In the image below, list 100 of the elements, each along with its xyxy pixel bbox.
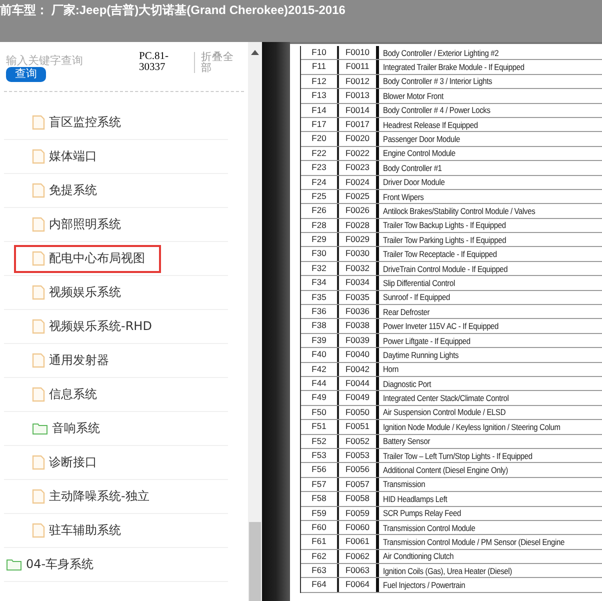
table-cell: F0050 — [339, 406, 379, 420]
table-cell: Headrest Release If Equipped — [383, 120, 478, 130]
file-icon — [32, 149, 45, 164]
tree-item[interactable]: 信息系统 — [14, 380, 113, 408]
tree-item[interactable]: 主动降噪系统-独立 — [14, 482, 166, 510]
tree-item[interactable]: 视频娱乐系统-RHD — [14, 312, 168, 340]
table-cell: F20 — [301, 132, 339, 146]
table-cell: F0040 — [339, 348, 379, 362]
table-cell: F25 — [301, 190, 339, 204]
table-cell: Passenger Door Module — [383, 134, 460, 144]
table-cell: F52 — [301, 434, 339, 448]
table-cell: F0013 — [339, 89, 379, 103]
file-icon — [32, 353, 45, 368]
table-cell: F0034 — [339, 276, 379, 290]
table-cell: F0024 — [339, 176, 379, 189]
table-cell: Power Liftgate - If Equipped — [383, 336, 470, 346]
tree-item[interactable]: 免提系统 — [14, 176, 113, 204]
table-cell: F10 — [301, 46, 339, 60]
table-cell: F35 — [301, 290, 339, 304]
table-cell: F50 — [301, 406, 339, 420]
file-icon — [32, 115, 45, 130]
table-cell: F0051 — [339, 420, 379, 434]
file-icon — [32, 489, 45, 504]
table-cell: F61 — [301, 535, 339, 549]
scroll-up-icon[interactable] — [251, 50, 259, 55]
table-cell: Additional Content (Diesel Engine Only) — [383, 465, 508, 476]
folder-icon — [32, 422, 48, 435]
table-cell: F0044 — [339, 376, 379, 390]
table-cell: F0058 — [339, 492, 379, 506]
table-cell: Trailer Tow Backup Lights - If Equipped — [383, 220, 506, 230]
search-button[interactable]: 查询 — [6, 67, 46, 82]
table-cell: F26 — [301, 204, 339, 218]
table-cell: Slip Differential Control — [383, 278, 455, 288]
table-cell: F58 — [301, 492, 339, 506]
table-cell: Fuel Injectors / Powertrain — [383, 580, 466, 590]
table-cell: F0035 — [339, 290, 379, 304]
table-cell: F0028 — [339, 218, 379, 232]
tree-item[interactable]: 视频娱乐系统 — [14, 278, 137, 306]
file-icon — [32, 319, 45, 334]
table-cell: F0012 — [339, 74, 379, 88]
table-cell: Horn — [383, 364, 398, 374]
table-cell: Trailer Tow Parking Lights - If Equipped — [383, 234, 506, 245]
tree-item[interactable]: 通用发射器 — [14, 346, 125, 374]
table-cell: Engine Control Module — [383, 148, 456, 158]
table-cell: F0017 — [339, 118, 379, 132]
tree-item[interactable]: 04-车身系统 — [4, 550, 110, 578]
tree-item[interactable]: 诊断接口 — [14, 448, 113, 476]
table-cell: F0060 — [339, 520, 379, 534]
table-cell: Antilock Brakes/Stability Control Module / Valves — [383, 206, 536, 216]
tree-item[interactable]: 媒体端口 — [14, 142, 113, 170]
table-cell: F0056 — [339, 463, 379, 477]
table-cell: F0062 — [339, 550, 379, 564]
table-cell: Air Condtioning Clutch — [383, 551, 454, 562]
table-cell: Diagnostic Port — [383, 378, 432, 389]
table-cell: F0032 — [339, 262, 379, 276]
table-cell: F62 — [301, 550, 339, 564]
table-cell: HID Headlamps Left — [383, 494, 448, 504]
table-cell: F0011 — [339, 60, 379, 74]
table-cell: F0063 — [339, 564, 379, 578]
table-cell: Ignition Coils (Gas), Urea Heater (Diesel) — [383, 566, 512, 576]
table-cell: F0025 — [339, 190, 379, 204]
scroll-thumb[interactable] — [249, 522, 261, 601]
tree-item[interactable]: 盲区监控系统 — [14, 108, 137, 136]
table-cell: F60 — [301, 520, 339, 534]
table-cell: F14 — [301, 104, 339, 117]
table-cell: Trailer Tow – Left Turn/Stop Lights - If Equipped — [383, 450, 532, 461]
table-cell: Daytime Running Lights — [383, 350, 459, 360]
table-cell: DriveTrain Control Module - If Equipped — [383, 264, 508, 274]
table-cell: F0057 — [339, 478, 379, 492]
table-cell: F0026 — [339, 204, 379, 218]
table-cell: F23 — [301, 161, 339, 175]
table-cell: F44 — [301, 376, 339, 390]
table-cell: Ignition Node Module / Keyless Ignition / Steering Colum — [383, 422, 560, 432]
tree-item[interactable]: 内部照明系统 — [14, 210, 137, 238]
table-cell: Body Controller #1 — [383, 162, 442, 173]
table-cell: F0053 — [339, 448, 379, 462]
table-cell: F28 — [301, 218, 339, 232]
table-cell: F0038 — [339, 319, 379, 333]
table-cell: F17 — [301, 118, 339, 132]
table-cell: Integrated Center Stack/Climate Control — [383, 393, 509, 404]
table-cell: F64 — [301, 578, 339, 592]
table-cell: F29 — [301, 233, 339, 246]
table-cell: F0052 — [339, 434, 379, 448]
table-cell: F30 — [301, 247, 339, 261]
table-cell: F63 — [301, 564, 339, 578]
table-cell: Transmission Control Module — [383, 522, 476, 533]
table-cell: F0030 — [339, 247, 379, 261]
table-cell: F24 — [301, 176, 339, 189]
tree-item[interactable]: 音响系统 — [14, 414, 116, 442]
table-cell: F40 — [301, 348, 339, 362]
table-cell: F34 — [301, 276, 339, 290]
table-cell: F0049 — [339, 391, 379, 405]
table-cell: F36 — [301, 305, 339, 318]
tree-item[interactable]: 配电中心布局视图 — [14, 244, 161, 272]
file-icon — [32, 285, 45, 300]
tree-item[interactable]: 驻车辅助系统 — [14, 516, 137, 544]
table-cell: F0061 — [339, 535, 379, 549]
table-cell: F0064 — [339, 578, 379, 592]
table-cell: F11 — [301, 60, 339, 74]
file-icon — [32, 183, 45, 198]
